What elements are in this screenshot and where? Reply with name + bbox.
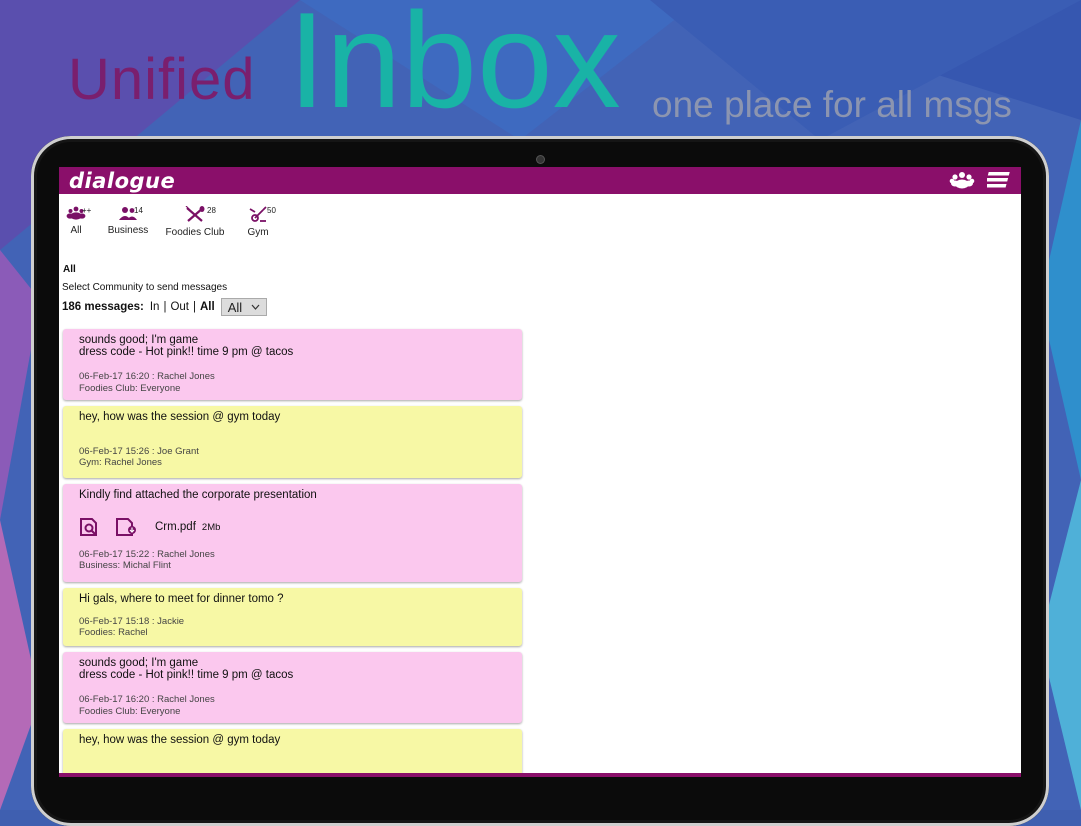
tab-all[interactable]: ++ All <box>63 206 92 238</box>
tab-gym[interactable]: 50 Gym <box>241 206 275 238</box>
filter-separator: | <box>192 301 196 313</box>
hero-tagline: one place for all msgs <box>652 84 1012 125</box>
tab-all-count: ++ <box>82 206 92 215</box>
filter-in-link[interactable]: In <box>150 301 160 313</box>
message-card[interactable]: sounds good; I'm game dress code - Hot p… <box>63 652 522 723</box>
menu-icon[interactable] <box>984 171 1011 194</box>
filter-select-value: All <box>227 299 243 315</box>
exercise-bike-icon <box>249 206 267 222</box>
message-card[interactable]: Hi gals, where to meet for dinner tomo ?… <box>63 588 522 646</box>
filter-out-link[interactable]: Out <box>170 301 189 313</box>
message-card[interactable]: Kindly find attached the corporate prese… <box>63 484 522 582</box>
tab-all-label: All <box>70 225 82 236</box>
message-text: sounds good; I'm game dress code - Hot p… <box>79 334 294 359</box>
tab-foodies-label: Foodies Club <box>165 227 225 238</box>
message-card[interactable]: hey, how was the session @ gym today 06-… <box>63 406 522 478</box>
app-screen: dialogue ++ All 14 Business 28 Foodies C… <box>59 167 1021 777</box>
communities-icon[interactable] <box>949 171 975 194</box>
message-card[interactable]: sounds good; I'm game dress code - Hot p… <box>63 329 522 400</box>
tab-gym-count: 50 <box>267 206 276 215</box>
message-filter-bar: 186 messages: In | Out | All All <box>62 298 267 316</box>
preview-file-icon[interactable] <box>79 517 101 537</box>
community-tabs: ++ All 14 Business 28 Foodies Club 50 Gy… <box>59 194 1021 238</box>
attachment: Crm.pdf 2Mb <box>79 517 506 537</box>
filter-separator: | <box>163 301 167 313</box>
hero-banner: Unified Inbox one place for all msgs <box>0 0 1081 140</box>
message-timestamp-sender: 06-Feb-17 15:22 : Rachel Jones <box>79 549 215 561</box>
chevron-down-icon <box>251 304 260 310</box>
message-list: sounds good; I'm game dress code - Hot p… <box>63 329 522 777</box>
tab-foodies-club[interactable]: 28 Foodies Club <box>161 205 229 238</box>
message-count: 186 messages: <box>62 301 144 313</box>
tab-business-label: Business <box>107 225 149 236</box>
message-community: Business: Michal Flint <box>79 560 171 572</box>
message-community: Gym: Rachel Jones <box>79 457 162 469</box>
camera-icon <box>537 156 544 163</box>
message-timestamp-sender: 06-Feb-17 16:20 : Rachel Jones <box>79 694 215 706</box>
app-logo: dialogue <box>69 169 176 193</box>
message-card[interactable]: hey, how was the session @ gym today <box>63 729 522 777</box>
attachment-size: 2Mb <box>201 521 221 533</box>
message-text: hey, how was the session @ gym today <box>79 411 281 423</box>
filter-select[interactable]: All <box>220 298 267 316</box>
message-community: Foodies: Rachel <box>79 627 148 639</box>
tab-foodies-count: 28 <box>207 206 216 215</box>
attachment-filename[interactable]: Crm.pdf <box>155 521 196 533</box>
message-timestamp-sender: 06-Feb-17 16:20 : Rachel Jones <box>79 371 215 383</box>
message-timestamp-sender: 06-Feb-17 15:18 : Jackie <box>79 616 185 628</box>
hero-word-unified: Unified <box>68 47 256 112</box>
tab-business[interactable]: 14 Business <box>103 206 153 238</box>
download-file-icon[interactable] <box>115 517 139 537</box>
message-text: Hi gals, where to meet for dinner tomo ? <box>79 593 284 605</box>
tab-gym-label: Gym <box>247 227 269 238</box>
fork-knife-icon <box>185 205 205 222</box>
tab-business-count: 14 <box>134 206 143 215</box>
message-community: Foodies Club: Everyone <box>79 705 181 717</box>
tablet-frame: dialogue ++ All 14 Business 28 Foodies C… <box>31 136 1049 826</box>
app-footer-bar <box>59 773 1021 777</box>
app-header: dialogue <box>59 167 1021 194</box>
filter-all-link[interactable]: All <box>200 301 215 313</box>
message-community: Foodies Club: Everyone <box>79 382 181 394</box>
message-timestamp-sender: 06-Feb-17 15:26 : Joe Grant <box>79 446 199 458</box>
send-hint: Select Community to send messages <box>62 282 228 293</box>
hero-word-inbox: Inbox <box>288 0 621 136</box>
message-text: sounds good; I'm game dress code - Hot p… <box>79 657 294 682</box>
message-text: hey, how was the session @ gym today <box>79 734 281 746</box>
current-community-label: All <box>63 264 76 275</box>
message-text: Kindly find attached the corporate prese… <box>79 489 317 501</box>
